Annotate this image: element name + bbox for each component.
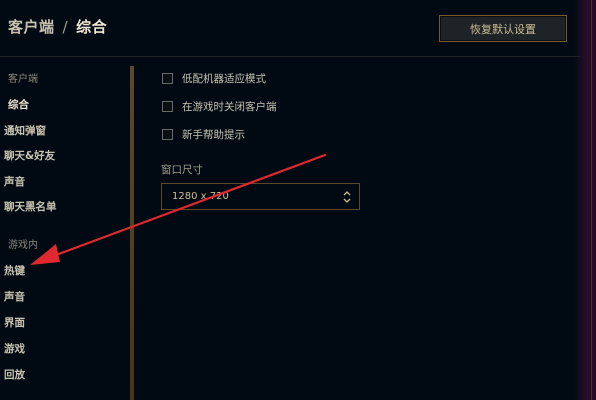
sidebar-divider: [130, 66, 134, 400]
close-client-checkbox[interactable]: [162, 100, 173, 112]
sidebar-item-chat-blocklist[interactable]: 聊天黑名单: [4, 199, 57, 214]
sidebar-section-ingame: 游戏内: [8, 240, 38, 251]
sidebar-section-client: 客户端: [8, 74, 38, 85]
header-divider: [0, 56, 580, 57]
chevron-up-down-icon: [343, 191, 351, 203]
low-spec-checkbox[interactable]: [162, 72, 173, 84]
edge-border: [591, 0, 592, 400]
option-newbie-tips[interactable]: 新手帮助提示: [162, 127, 245, 141]
sidebar-item-general[interactable]: 综合: [8, 97, 29, 112]
window-size-label: 窗口尺寸: [161, 164, 203, 176]
reset-defaults-button[interactable]: 恢复默认设置: [439, 15, 567, 42]
sidebar-item-notifications[interactable]: 通知弹窗: [4, 123, 46, 138]
sidebar-item-client-sound[interactable]: 声音: [4, 174, 25, 189]
sidebar-item-interface[interactable]: 界面: [4, 315, 25, 330]
option-close-client-ingame[interactable]: 在游戏时关闭客户端: [162, 99, 277, 113]
sidebar-item-game[interactable]: 游戏: [4, 341, 25, 356]
sidebar-item-ingame-sound[interactable]: 声音: [4, 289, 25, 304]
page-title: 客户端 / 综合: [8, 16, 107, 37]
newbie-tips-label: 新手帮助提示: [182, 128, 245, 141]
sidebar-item-chat-friends[interactable]: 聊天&好友: [4, 148, 55, 163]
window-size-select[interactable]: 1280 x 720: [161, 183, 360, 210]
option-low-spec-mode[interactable]: 低配机器适应模式: [162, 71, 266, 85]
newbie-tips-checkbox[interactable]: [162, 128, 173, 140]
reset-defaults-label: 恢复默认设置: [470, 22, 536, 36]
low-spec-label: 低配机器适应模式: [182, 72, 266, 85]
window-size-value: 1280 x 720: [172, 191, 229, 202]
breadcrumb-separator: /: [62, 18, 69, 36]
edge-glow: [574, 0, 596, 400]
breadcrumb-current: 综合: [76, 18, 108, 36]
breadcrumb-parent[interactable]: 客户端: [8, 18, 55, 36]
close-client-label: 在游戏时关闭客户端: [182, 100, 277, 113]
sidebar-item-replays[interactable]: 回放: [4, 367, 25, 382]
client-settings-window: 客户端 / 综合 恢复默认设置 客户端 综合 通知弹窗 聊天&好友 声音 聊天黑名单…: [0, 0, 596, 400]
sidebar-item-hotkeys[interactable]: 热键: [4, 263, 25, 278]
